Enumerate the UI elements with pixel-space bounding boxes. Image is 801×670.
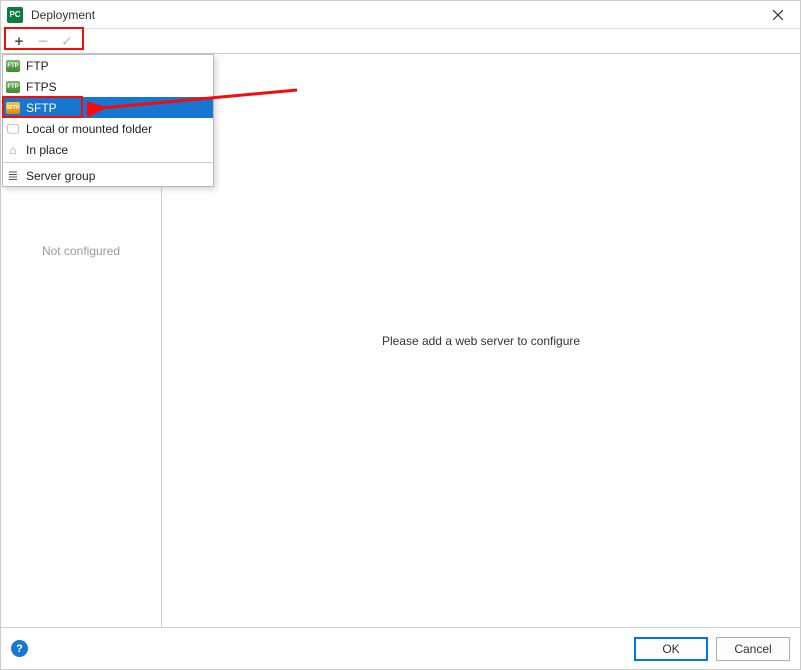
dropdown-item-server-group[interactable]: ≣ Server group bbox=[3, 165, 213, 186]
dropdown-item-in-place[interactable]: ⌂ In place bbox=[3, 139, 213, 160]
dropdown-item-label: FTP bbox=[26, 59, 49, 73]
dropdown-item-label: In place bbox=[26, 143, 68, 157]
toolbar: + − ✓ bbox=[1, 29, 800, 54]
dropdown-item-local-folder[interactable]: 🖵 Local or mounted folder bbox=[3, 118, 213, 139]
dropdown-item-sftp[interactable]: SFTP SFTP bbox=[3, 97, 213, 118]
remove-button: − bbox=[31, 31, 55, 51]
dropdown-item-ftps[interactable]: FTP FTPS bbox=[3, 76, 213, 97]
ok-button[interactable]: OK bbox=[634, 637, 708, 661]
sftp-icon: SFTP bbox=[5, 100, 21, 116]
home-icon: ⌂ bbox=[5, 142, 21, 158]
title-bar: PC Deployment bbox=[1, 1, 800, 29]
server-type-dropdown: FTP FTP FTP FTPS SFTP SFTP 🖵 Local or mo… bbox=[2, 54, 214, 187]
cancel-button[interactable]: Cancel bbox=[716, 637, 790, 661]
dropdown-separator bbox=[3, 162, 213, 163]
dropdown-item-ftp[interactable]: FTP FTP bbox=[3, 55, 213, 76]
main-panel: Please add a web server to configure bbox=[162, 54, 800, 627]
add-button[interactable]: + bbox=[7, 31, 31, 51]
dropdown-item-label: Local or mounted folder bbox=[26, 122, 152, 136]
ftp-icon: FTP bbox=[5, 79, 21, 95]
ftp-icon: FTP bbox=[5, 58, 21, 74]
close-icon bbox=[773, 10, 783, 20]
dropdown-item-label: SFTP bbox=[26, 101, 57, 115]
footer: ? OK Cancel bbox=[1, 627, 800, 669]
main-message: Please add a web server to configure bbox=[382, 334, 580, 348]
apply-button: ✓ bbox=[55, 31, 79, 51]
dropdown-item-label: FTPS bbox=[26, 80, 57, 94]
sidebar-placeholder: Not configured bbox=[42, 244, 120, 258]
help-button[interactable]: ? bbox=[11, 640, 28, 657]
window-title: Deployment bbox=[31, 8, 762, 22]
server-group-icon: ≣ bbox=[5, 168, 21, 184]
close-button[interactable] bbox=[762, 3, 794, 27]
app-icon: PC bbox=[7, 7, 23, 23]
dropdown-item-label: Server group bbox=[26, 169, 95, 183]
folder-icon: 🖵 bbox=[5, 121, 21, 137]
